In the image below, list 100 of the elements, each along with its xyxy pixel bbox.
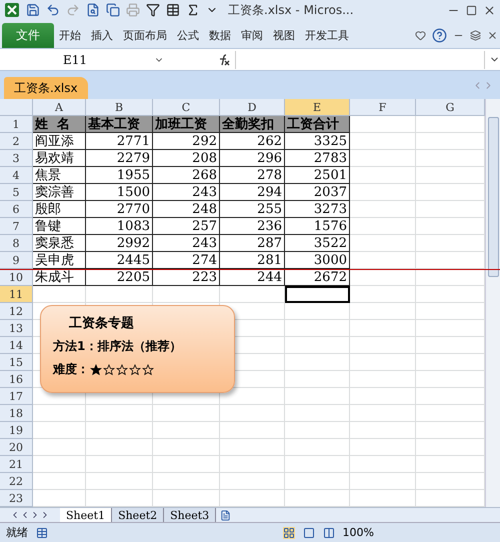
- row-header[interactable]: 5: [0, 184, 33, 201]
- help-icon[interactable]: [432, 28, 447, 43]
- callout-title: 工资条专题: [69, 315, 135, 332]
- name-box[interactable]: E11: [0, 50, 150, 68]
- ribbon-tab[interactable]: 开发工具: [300, 23, 354, 48]
- table-cell: 3273: [285, 201, 350, 218]
- table-cell: 255: [220, 201, 285, 218]
- ribbon-tab[interactable]: 审阅: [236, 23, 268, 48]
- sheet-tab[interactable]: Sheet2: [112, 508, 164, 522]
- column-header[interactable]: E: [285, 99, 350, 116]
- table-cell: 278: [220, 167, 285, 184]
- undo-icon[interactable]: [46, 3, 60, 17]
- row-header[interactable]: 12: [0, 303, 33, 320]
- close-icon[interactable]: [487, 30, 498, 41]
- row-header[interactable]: 8: [0, 235, 33, 252]
- zoom-level[interactable]: 100%: [342, 526, 374, 539]
- table-cell: 吴申虎: [33, 252, 86, 269]
- formula-input[interactable]: [235, 50, 485, 68]
- table-cell: 243: [153, 184, 220, 201]
- table-cell: 2770: [86, 201, 153, 218]
- row-header[interactable]: 2: [0, 133, 33, 150]
- close-icon[interactable]: [483, 4, 496, 16]
- header-cell: 姓 名: [33, 116, 86, 133]
- ribbon-tab[interactable]: 视图: [268, 23, 300, 48]
- row-header[interactable]: 1: [0, 116, 33, 133]
- print-preview-icon[interactable]: [86, 3, 100, 17]
- new-sheet-icon[interactable]: [220, 510, 232, 520]
- ribbon-tab[interactable]: 公式: [172, 23, 204, 48]
- table-cell: 208: [153, 150, 220, 167]
- header-cell: 加班工资: [153, 116, 220, 133]
- row-header[interactable]: 7: [0, 218, 33, 235]
- row-header[interactable]: 21: [0, 456, 33, 473]
- row-header[interactable]: 22: [0, 473, 33, 490]
- file-tab[interactable]: 文件: [2, 23, 54, 48]
- row-header[interactable]: 19: [0, 422, 33, 439]
- table-cell: 1576: [285, 218, 350, 235]
- table-cell: 248: [153, 201, 220, 218]
- filter-icon[interactable]: [146, 3, 160, 17]
- page-layout-icon[interactable]: [302, 526, 315, 538]
- row-header[interactable]: 18: [0, 405, 33, 422]
- column-header[interactable]: D: [220, 99, 285, 116]
- table-cell: 2037: [285, 184, 350, 201]
- save-icon[interactable]: [26, 3, 40, 17]
- heart-icon[interactable]: [415, 30, 426, 41]
- row-header[interactable]: 6: [0, 201, 33, 218]
- workbook-tab[interactable]: 工资条.xlsx: [4, 77, 88, 99]
- table-cell: 2672: [285, 269, 350, 286]
- difficulty-label: 难度：: [53, 361, 89, 378]
- row-header[interactable]: 23: [0, 490, 33, 507]
- table-cell: 257: [153, 218, 220, 235]
- table-cell: 262: [220, 133, 285, 150]
- table-cell: 236: [220, 218, 285, 235]
- column-header[interactable]: B: [86, 99, 153, 116]
- sheet-tab[interactable]: Sheet1: [60, 508, 112, 522]
- ribbon-tab[interactable]: 页面布局: [118, 23, 172, 48]
- normal-view-icon[interactable]: [282, 526, 295, 538]
- table-cell: 窦淙善: [33, 184, 86, 201]
- function-icon[interactable]: [217, 52, 231, 66]
- row-header[interactable]: 9: [0, 252, 33, 269]
- method-text: 方法1：排序法（推荐）: [53, 338, 182, 355]
- table-cell: 2279: [86, 150, 153, 167]
- ribbon-tab[interactable]: 数据: [204, 23, 236, 48]
- ribbon-tab[interactable]: 插入: [86, 23, 118, 48]
- table-icon[interactable]: [166, 3, 180, 17]
- row-header[interactable]: 17: [0, 388, 33, 405]
- table-cell: 292: [153, 133, 220, 150]
- page-break-view-icon[interactable]: [322, 526, 335, 538]
- table-cell: 3325: [285, 133, 350, 150]
- selected-cell[interactable]: [285, 286, 350, 303]
- table-cell: 焦景: [33, 167, 86, 184]
- sheet-tab[interactable]: Sheet3: [164, 508, 216, 522]
- row-header[interactable]: 20: [0, 439, 33, 456]
- header-cell: 基本工资: [86, 116, 153, 133]
- row-header[interactable]: 16: [0, 371, 33, 388]
- row-header[interactable]: 4: [0, 167, 33, 184]
- row-header[interactable]: 15: [0, 354, 33, 371]
- sigma-icon[interactable]: [186, 3, 200, 17]
- column-header[interactable]: A: [33, 99, 86, 116]
- column-header[interactable]: F: [350, 99, 416, 116]
- table-cell: 2501: [285, 167, 350, 184]
- column-header[interactable]: C: [153, 99, 220, 116]
- maximize-icon[interactable]: [466, 4, 477, 16]
- table-cell: 281: [220, 252, 285, 269]
- table-cell: 274: [153, 252, 220, 269]
- empty-star-icon: [142, 364, 154, 376]
- row-header[interactable]: 11: [0, 286, 33, 303]
- table-cell: 殷郎: [33, 201, 86, 218]
- row-header[interactable]: 10: [0, 269, 33, 286]
- table-cell: 易欢靖: [33, 150, 86, 167]
- macro-record-icon[interactable]: [36, 526, 48, 538]
- row-header[interactable]: 13: [0, 320, 33, 337]
- vertical-scrollbar[interactable]: [485, 99, 500, 507]
- column-header[interactable]: G: [416, 99, 485, 116]
- table-cell: 2205: [86, 269, 153, 286]
- row-header[interactable]: 14: [0, 337, 33, 354]
- table-cell: 3522: [285, 235, 350, 252]
- ribbon-tab[interactable]: 开始: [54, 23, 86, 48]
- copy-icon[interactable]: [106, 3, 120, 17]
- table-cell: 296: [220, 150, 285, 167]
- row-header[interactable]: 3: [0, 150, 33, 167]
